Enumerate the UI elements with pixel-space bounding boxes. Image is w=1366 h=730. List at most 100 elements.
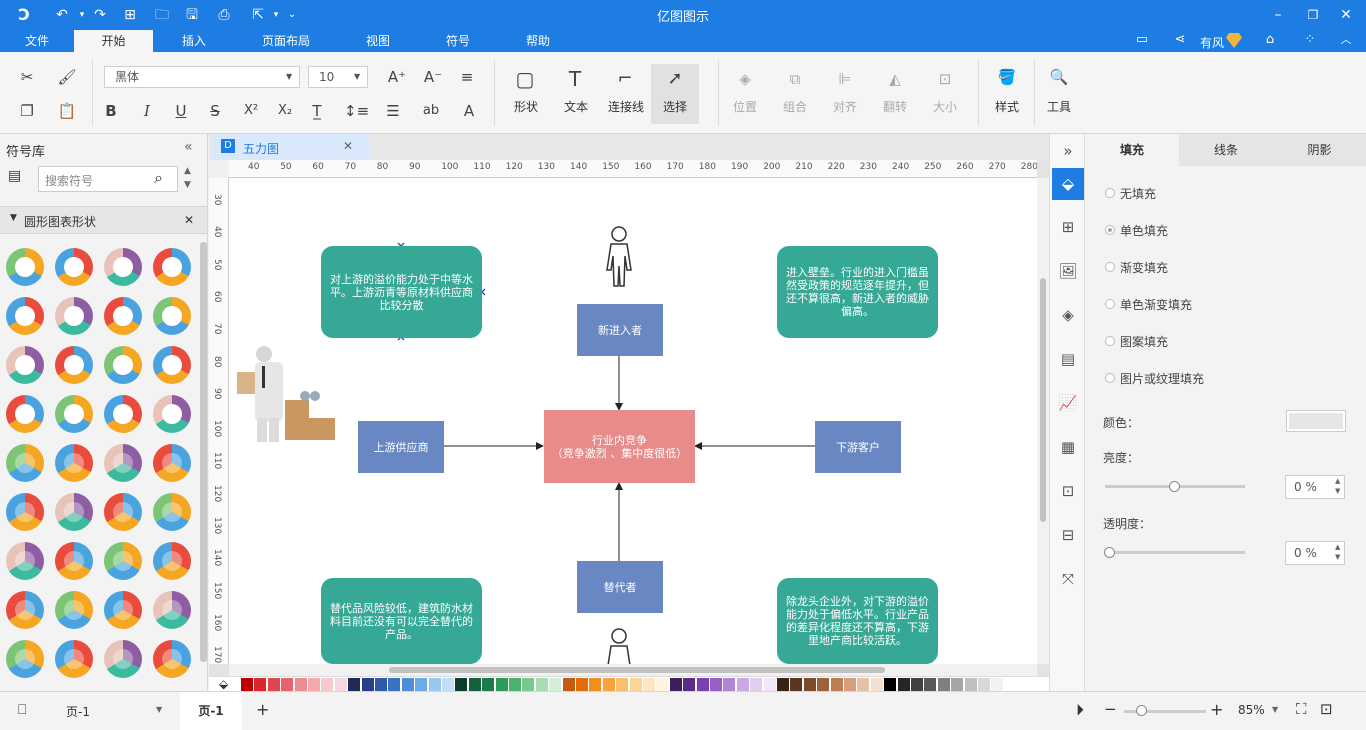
shape-icon[interactable]: ▢	[514, 68, 536, 90]
color-swatch[interactable]	[924, 678, 937, 691]
bullets-icon[interactable]: ☰	[382, 100, 404, 122]
vertical-scrollbar[interactable]	[1037, 178, 1049, 664]
color-swatch[interactable]	[442, 678, 454, 691]
color-swatch[interactable]	[468, 678, 481, 691]
circular-chart-shape[interactable]	[153, 297, 191, 335]
color-swatch[interactable]	[629, 678, 642, 691]
color-swatch[interactable]	[562, 678, 575, 691]
circular-chart-shape[interactable]	[55, 395, 93, 433]
color-swatch[interactable]	[616, 678, 629, 691]
circular-chart-shape[interactable]	[55, 346, 93, 384]
cut-icon[interactable]: ✂	[16, 66, 38, 88]
scroll-thumb[interactable]	[1040, 278, 1046, 522]
circular-chart-shape[interactable]	[55, 444, 93, 482]
color-swatch[interactable]	[964, 678, 977, 691]
circular-chart-shape[interactable]	[104, 444, 142, 482]
group-icon[interactable]: ⧉	[784, 68, 806, 90]
select-tool-label[interactable]: 选择	[655, 98, 695, 115]
flip-icon[interactable]: ◭	[884, 68, 906, 90]
circular-chart-shape[interactable]	[153, 248, 191, 286]
box-downstream-customer[interactable]: 下游客户	[815, 421, 901, 473]
circular-chart-shape[interactable]	[153, 591, 191, 629]
color-swatch[interactable]	[428, 678, 441, 691]
circular-chart-shape[interactable]	[6, 493, 44, 531]
connector-icon[interactable]: ⌐	[614, 68, 636, 90]
color-swatch[interactable]	[535, 678, 548, 691]
color-swatch[interactable]	[482, 678, 495, 691]
expand-panel-icon[interactable]: »	[1057, 140, 1079, 162]
superscript-icon[interactable]: X²	[240, 100, 262, 122]
zoom-out-icon[interactable]: −	[1104, 700, 1117, 718]
fill-bucket-icon[interactable]: ⬙	[219, 677, 228, 691]
scroll-down-icon[interactable]: ▼	[184, 180, 191, 190]
flip-label[interactable]: 翻转	[875, 98, 915, 115]
color-swatch[interactable]	[348, 678, 361, 691]
color-swatch[interactable]	[830, 678, 843, 691]
circular-chart-shape[interactable]	[6, 542, 44, 580]
text-case-icon[interactable]: T̲	[306, 100, 328, 122]
textbox-downstream-bargaining[interactable]: 除龙头企业外，对下游的溢价能力处于偏低水平。行业产品的差异化程度还不算高，下游里…	[777, 578, 938, 664]
color-swatch[interactable]	[281, 678, 294, 691]
color-picker[interactable]	[1286, 410, 1346, 432]
textbox-entry-barrier[interactable]: 进入壁垒。行业的进入门槛虽然受政策的规范逐年提升，但还不算很高，新进入者的威胁偏…	[777, 246, 938, 338]
size-icon[interactable]: ⊡	[934, 68, 956, 90]
circular-chart-shape[interactable]	[104, 542, 142, 580]
color-swatch[interactable]	[1004, 678, 1017, 691]
color-swatch[interactable]	[683, 678, 696, 691]
box-upstream-supplier[interactable]: 上游供应商	[358, 421, 444, 473]
circular-chart-shape[interactable]	[6, 395, 44, 433]
color-swatch[interactable]	[817, 678, 830, 691]
zoom-knob[interactable]	[1136, 705, 1147, 716]
style-label[interactable]: 样式	[987, 98, 1027, 115]
color-swatch[interactable]	[602, 678, 615, 691]
color-swatch[interactable]	[401, 678, 414, 691]
size-label[interactable]: 大小	[925, 98, 965, 115]
font-family-select[interactable]: 黑体	[104, 66, 300, 88]
menu-symbol[interactable]: 符号	[420, 30, 496, 52]
pointer-icon[interactable]: ➚	[664, 68, 686, 90]
collapse-panel-icon[interactable]: «	[184, 139, 193, 155]
close-tab-icon[interactable]: ✕	[343, 139, 353, 153]
textbox-substitute-risk[interactable]: 替代品风险较低，建筑防水材料目前还没有可以完全替代的产品。	[321, 578, 482, 664]
color-swatch[interactable]	[857, 678, 870, 691]
circular-chart-shape[interactable]	[6, 591, 44, 629]
circular-chart-shape[interactable]	[153, 395, 191, 433]
circular-chart-shape[interactable]	[104, 297, 142, 335]
search-icon[interactable]: ⌕	[154, 168, 163, 188]
user-name[interactable]: 有风	[1200, 34, 1224, 51]
color-swatch[interactable]	[415, 678, 428, 691]
color-swatch[interactable]	[576, 678, 588, 691]
circular-chart-shape[interactable]	[6, 346, 44, 384]
tab-shadow[interactable]: 阴影	[1273, 134, 1366, 166]
circular-chart-shape[interactable]	[104, 346, 142, 384]
menu-view[interactable]: 视图	[340, 30, 416, 52]
radio-pattern-fill[interactable]	[1105, 336, 1115, 346]
color-swatch[interactable]	[321, 678, 334, 691]
transparency-knob[interactable]	[1104, 547, 1115, 558]
chart-panel-icon[interactable]: 📈	[1057, 392, 1079, 414]
add-page-icon[interactable]: +	[256, 700, 269, 719]
tab-line[interactable]: 线条	[1179, 134, 1273, 166]
color-swatch[interactable]	[696, 678, 709, 691]
circular-chart-shape[interactable]	[104, 248, 142, 286]
format-painter-icon[interactable]: 🖌	[56, 66, 78, 88]
color-swatch[interactable]	[495, 678, 508, 691]
bold-icon[interactable]: B	[100, 100, 122, 122]
play-icon[interactable]: ⏵	[1076, 700, 1084, 720]
align-icon[interactable]: ≡	[456, 66, 478, 88]
line-spacing-icon[interactable]: ↕≡	[344, 100, 369, 122]
chevron-down-icon[interactable]: ▼	[156, 705, 162, 714]
org-panel-icon[interactable]: ⊡	[1057, 480, 1079, 502]
color-swatch[interactable]	[254, 678, 267, 691]
color-swatch[interactable]	[522, 678, 535, 691]
menu-insert[interactable]: 插入	[156, 30, 232, 52]
circular-chart-shape[interactable]	[55, 542, 93, 580]
circular-chart-shape[interactable]	[153, 542, 191, 580]
tools-label[interactable]: 工具	[1039, 98, 1079, 115]
text-style-icon[interactable]: ab	[420, 100, 442, 122]
circular-chart-shape[interactable]	[153, 346, 191, 384]
color-swatch[interactable]	[308, 678, 320, 691]
color-swatch[interactable]	[978, 678, 990, 691]
color-swatch[interactable]	[951, 678, 964, 691]
position-icon[interactable]: ◈	[734, 68, 756, 90]
